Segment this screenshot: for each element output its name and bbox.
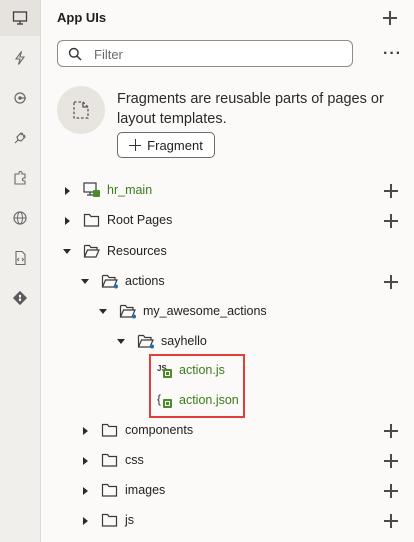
- tree-row-my-awesome-actions[interactable]: my_awesome_actions: [41, 297, 414, 327]
- highlight-box: [149, 354, 245, 418]
- filter-box[interactable]: [57, 40, 353, 67]
- tree-row-actions[interactable]: actions: [41, 267, 414, 297]
- file-code-icon[interactable]: [0, 240, 40, 276]
- tree-row-images[interactable]: images: [41, 476, 414, 506]
- panel-title: App UIs: [57, 10, 107, 25]
- add-button[interactable]: [383, 423, 399, 439]
- add-button[interactable]: [383, 274, 399, 290]
- service-icon[interactable]: [0, 80, 40, 116]
- tree-row-resources[interactable]: Resources: [41, 237, 414, 267]
- tree-label: actions: [125, 274, 165, 288]
- folder-icon: [83, 213, 100, 227]
- app-uis-panel: App UIs ··· Fragments are reusable parts…: [41, 0, 414, 542]
- add-app-ui-button[interactable]: [382, 10, 398, 26]
- globe-icon[interactable]: [0, 200, 40, 236]
- tree-row-components[interactable]: components: [41, 416, 414, 446]
- tree-label: css: [125, 453, 144, 467]
- collapse-icon[interactable]: [99, 309, 107, 314]
- lightning-icon[interactable]: [0, 40, 40, 76]
- add-button[interactable]: [383, 213, 399, 229]
- folder-icon: [101, 483, 118, 497]
- add-button[interactable]: [383, 483, 399, 499]
- tree-row-hr-main[interactable]: hr_main: [41, 176, 414, 206]
- tree-label: Resources: [107, 244, 167, 258]
- expand-icon[interactable]: [65, 187, 70, 195]
- puzzle-icon[interactable]: [0, 160, 40, 196]
- fragment-info-text: Fragments are reusable parts of pages or…: [117, 91, 384, 127]
- tree-label: my_awesome_actions: [143, 304, 267, 318]
- add-button[interactable]: [383, 513, 399, 529]
- tree-label: js: [125, 513, 135, 527]
- collapse-icon[interactable]: [117, 339, 125, 344]
- tree-label: sayhello: [161, 334, 207, 348]
- plug-icon[interactable]: [0, 120, 40, 156]
- tree-label: components: [125, 423, 194, 437]
- expand-icon[interactable]: [83, 517, 88, 525]
- folder-open-icon: [83, 244, 100, 258]
- tree-label: Root Pages: [107, 213, 173, 227]
- tree-row-js[interactable]: js: [41, 506, 414, 536]
- tree-label: hr_main: [107, 183, 153, 197]
- folder-icon: [101, 453, 118, 467]
- expand-icon[interactable]: [83, 457, 88, 465]
- search-icon: [68, 47, 82, 61]
- more-options-button[interactable]: ···: [383, 45, 402, 63]
- desktop-icon[interactable]: [0, 0, 40, 36]
- tree-row-css[interactable]: css: [41, 446, 414, 476]
- expand-icon[interactable]: [83, 487, 88, 495]
- folder-open-icon: [137, 334, 154, 349]
- add-button[interactable]: [383, 453, 399, 469]
- tree-row-root-pages[interactable]: Root Pages: [41, 206, 414, 236]
- plus-icon: [129, 139, 142, 151]
- add-fragment-button[interactable]: Fragment: [117, 132, 215, 158]
- tree-row-sayhello[interactable]: sayhello: [41, 327, 414, 357]
- collapse-icon[interactable]: [63, 249, 71, 254]
- activity-rail: [0, 0, 41, 542]
- fragment-button-label: Fragment: [147, 137, 203, 153]
- folder-icon: [101, 513, 118, 527]
- git-icon[interactable]: [0, 280, 40, 316]
- add-button[interactable]: [383, 183, 399, 199]
- folder-icon: [101, 423, 118, 437]
- expand-icon[interactable]: [65, 217, 70, 225]
- tree-label: images: [125, 483, 166, 497]
- folder-open-icon: [119, 304, 136, 319]
- app-ui-icon: [83, 182, 100, 197]
- collapse-icon[interactable]: [81, 279, 89, 284]
- folder-open-icon: [101, 274, 118, 289]
- expand-icon[interactable]: [83, 427, 88, 435]
- filter-input[interactable]: [92, 44, 346, 65]
- fragment-info-icon: [57, 86, 105, 134]
